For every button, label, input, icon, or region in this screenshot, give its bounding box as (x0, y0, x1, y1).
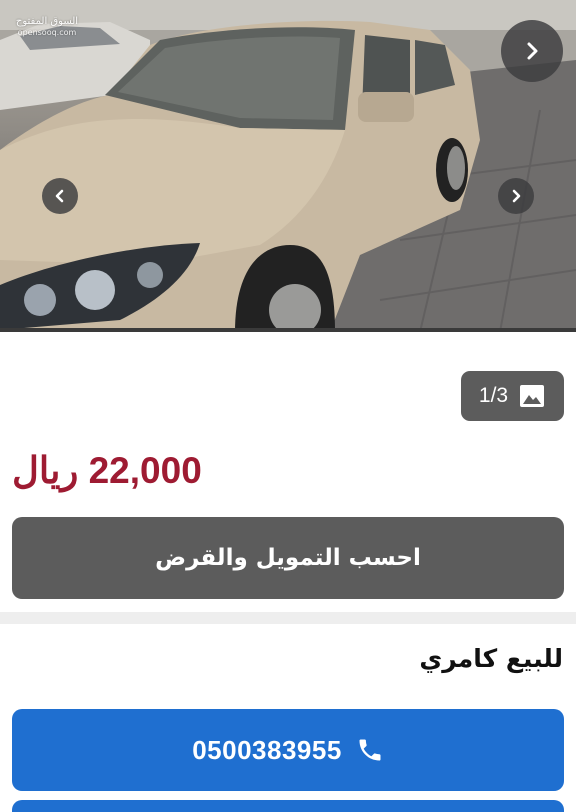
watermark-text: السوق المفتوح (15, 16, 79, 27)
watermark-domain: opensooq.com (17, 28, 77, 37)
next-action-button-edge[interactable] (12, 800, 564, 812)
opensooq-watermark: السوق المفتوح opensooq.com (10, 16, 84, 38)
listing-price: 22,000 ريال (12, 450, 202, 491)
listing-title: للبيع كامري (419, 644, 563, 673)
finance-calculator-button[interactable]: احسب التمويل والقرض (12, 517, 564, 599)
carousel-next-button-large[interactable] (501, 20, 563, 82)
image-icon (520, 385, 545, 407)
chevron-right-icon (527, 42, 538, 60)
car-photo (0, 0, 576, 332)
carousel-next-button[interactable] (498, 178, 534, 214)
gallery-counter-text: 1/3 (478, 384, 509, 407)
chevron-right-icon (512, 189, 521, 203)
photo-carousel[interactable]: السوق المفتوح opensooq.com (0, 0, 576, 332)
section-divider (0, 612, 576, 624)
gallery-counter-button[interactable]: 1/3 (461, 371, 564, 421)
carousel-prev-button[interactable] (42, 178, 78, 214)
call-seller-button[interactable]: 0500383955 (12, 709, 564, 791)
phone-icon (359, 739, 381, 761)
phone-number: 0500383955 (192, 734, 342, 765)
chevron-left-icon (55, 189, 64, 203)
finance-calculator-label: احسب التمويل والقرض (155, 545, 421, 571)
